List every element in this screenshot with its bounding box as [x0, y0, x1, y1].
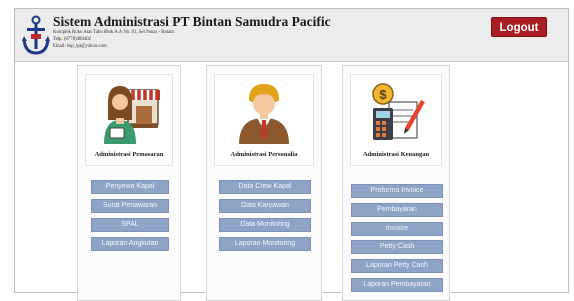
menu-laporan-petty-cash-button[interactable]: Laporan Petty Cash [351, 259, 443, 273]
menu-data-crew-kapal-button[interactable]: Data Crew Kapal [219, 180, 311, 194]
menu-laporan-angkutan-button[interactable]: Laporan Angkutan [91, 237, 169, 251]
menu-data-monitoring-button[interactable]: Data Monitoring [219, 218, 311, 232]
menu-data-karyawan-button[interactable]: Data Karyawan [219, 199, 311, 213]
module-keuangan: $ Administrasi Keuangan Proforma Invoice… [342, 65, 450, 301]
menu-laporan-pembayaran-button[interactable]: Laporan Pembayaran [351, 278, 443, 292]
logout-button[interactable]: Logout [491, 17, 547, 37]
finance-calculator-icon: $ [372, 83, 425, 140]
app-title: Sistem Administrasi PT Bintan Samudra Pa… [53, 14, 331, 29]
company-address: Komplek Ruko Atas Tahu Blok A.A No. 91, … [53, 30, 174, 35]
menu-surat-penawaran-button[interactable]: Surat Penawaran [91, 199, 169, 213]
company-phone: Telp. (0778)480402 [53, 37, 92, 42]
module-title: Administrasi Personalia [230, 151, 298, 158]
menu-spal-button[interactable]: SPAL [91, 218, 169, 232]
module-title: Administrasi Pemasaran [94, 151, 164, 158]
menu-petty-cash-button[interactable]: Petty Cash [351, 240, 443, 254]
module-card-keuangan[interactable]: $ Administrasi Keuangan [350, 74, 442, 166]
header: Sistem Administrasi PT Bintan Samudra Pa… [15, 9, 568, 62]
menu-invoice-button[interactable]: Invoice [351, 222, 443, 236]
app-window: Sistem Administrasi PT Bintan Samudra Pa… [14, 8, 569, 301]
anchor-icon [22, 15, 50, 55]
module-pemasaran: Administrasi Pemasaran Penyewa Kapal Sur… [77, 65, 181, 301]
module-personalia: Administrasi Personalia Data Crew Kapal … [206, 65, 322, 301]
menu-proforma-invoice-button[interactable]: Proforma Invoice [351, 184, 443, 198]
shop-woman-icon [104, 86, 160, 144]
module-card-personalia[interactable]: Administrasi Personalia [214, 74, 314, 166]
svg-text:$: $ [379, 87, 387, 102]
menu-pembayaran-button[interactable]: Pembayaran [351, 203, 443, 217]
company-email: Email: bsp_tpt@yahoo.com [53, 44, 107, 49]
module-title: Administrasi Keuangan [362, 151, 430, 158]
module-card-pemasaran[interactable]: Administrasi Pemasaran [85, 74, 173, 166]
businessman-icon [239, 84, 289, 144]
menu-penyewa-kapal-button[interactable]: Penyewa Kapal [91, 180, 169, 194]
menu-laporan-monitoring-button[interactable]: Laporan Monitoring [219, 237, 311, 251]
